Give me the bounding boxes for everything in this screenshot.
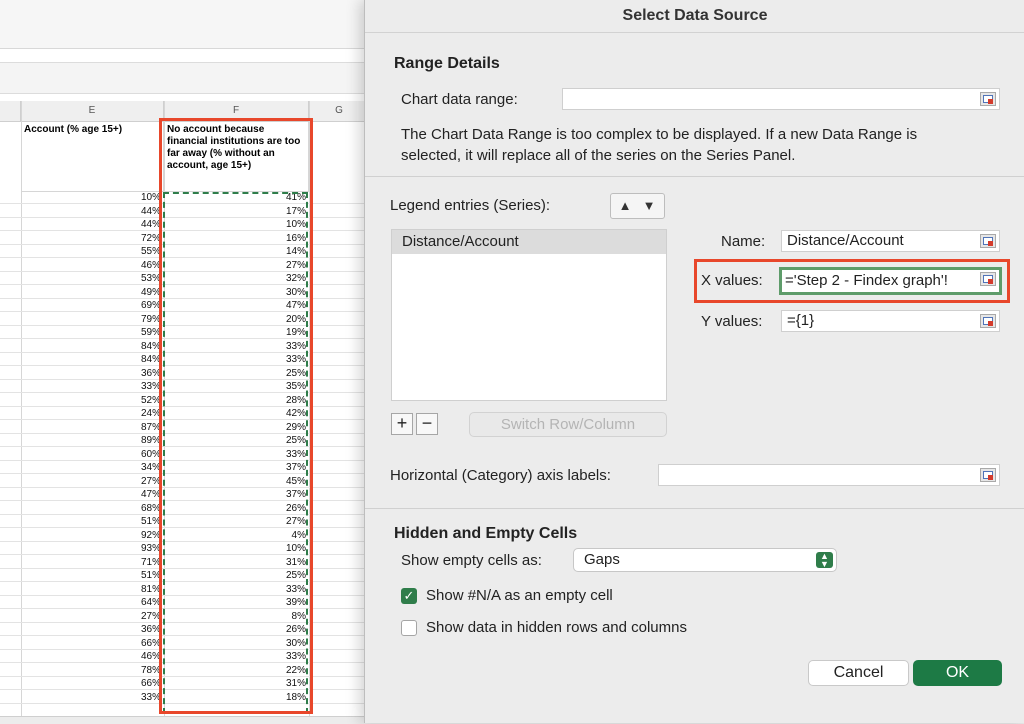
column-header-g[interactable]: G bbox=[309, 101, 370, 121]
x-values-label: X values: bbox=[701, 272, 763, 289]
account-cell[interactable]: 84% bbox=[21, 354, 164, 366]
account-cell[interactable]: 79% bbox=[21, 314, 164, 326]
series-name-label: Name: bbox=[721, 233, 766, 250]
account-cell[interactable]: 44% bbox=[21, 219, 164, 231]
na-checkbox[interactable]: ✓ bbox=[401, 588, 417, 604]
account-cell[interactable]: 84% bbox=[21, 341, 164, 353]
account-cell[interactable]: 68% bbox=[21, 503, 164, 515]
account-cell[interactable]: 66% bbox=[21, 638, 164, 650]
switch-row-column-button[interactable]: Switch Row/Column bbox=[469, 412, 667, 437]
series-name-value: Distance/Account bbox=[787, 232, 904, 249]
account-cell[interactable]: 24% bbox=[21, 408, 164, 420]
account-cell[interactable]: 52% bbox=[21, 395, 164, 407]
account-cell[interactable]: 69% bbox=[21, 300, 164, 312]
remove-series-button[interactable]: − bbox=[416, 413, 438, 435]
collapse-range-icon[interactable] bbox=[980, 272, 996, 286]
category-axis-field[interactable] bbox=[658, 464, 1000, 486]
updown-chevron-icon: ▲ ▼ bbox=[816, 552, 833, 569]
move-up-icon[interactable]: ▲ bbox=[614, 197, 636, 215]
na-checkbox-label: Show #N/A as an empty cell bbox=[426, 587, 613, 604]
formula-bar[interactable] bbox=[0, 62, 370, 94]
collapse-range-icon[interactable] bbox=[980, 314, 996, 328]
column-header-blank bbox=[0, 101, 21, 121]
show-empty-value: Gaps bbox=[584, 551, 620, 568]
account-cell[interactable]: 92% bbox=[21, 530, 164, 542]
section-divider bbox=[365, 176, 1024, 177]
column-f-highlight bbox=[159, 118, 313, 714]
x-values-field[interactable]: ='Step 2 - Findex graph'! bbox=[779, 267, 1002, 295]
account-cell[interactable]: 81% bbox=[21, 584, 164, 596]
account-cell[interactable]: 93% bbox=[21, 543, 164, 555]
account-cell[interactable]: 27% bbox=[21, 611, 164, 623]
account-cell[interactable]: 36% bbox=[21, 368, 164, 380]
account-cell[interactable]: 34% bbox=[21, 462, 164, 474]
account-cell[interactable]: 72% bbox=[21, 233, 164, 245]
select-data-source-dialog: Select Data Source Range Details Chart d… bbox=[364, 0, 1024, 723]
account-cell[interactable]: 27% bbox=[21, 476, 164, 488]
account-cell[interactable]: 55% bbox=[21, 246, 164, 258]
hidden-rows-checkbox-label: Show data in hidden rows and columns bbox=[426, 619, 687, 636]
hidden-empty-heading: Hidden and Empty Cells bbox=[394, 525, 578, 542]
account-cell[interactable]: 60% bbox=[21, 449, 164, 461]
account-cell[interactable]: 46% bbox=[21, 260, 164, 272]
account-cell[interactable]: 53% bbox=[21, 273, 164, 285]
account-cell[interactable]: 49% bbox=[21, 287, 164, 299]
account-cell[interactable]: 64% bbox=[21, 597, 164, 609]
account-cell[interactable]: 46% bbox=[21, 651, 164, 663]
column-e-header-cell[interactable]: Account (% age 15+) bbox=[21, 122, 164, 192]
account-cell[interactable]: 36% bbox=[21, 624, 164, 636]
account-cell[interactable]: 44% bbox=[21, 206, 164, 218]
section-divider bbox=[365, 508, 1024, 509]
collapse-range-icon[interactable] bbox=[980, 468, 996, 482]
legend-entries-label: Legend entries (Series): bbox=[390, 197, 551, 214]
x-values-value: ='Step 2 - Findex graph'! bbox=[785, 272, 948, 289]
column-header-e[interactable]: E bbox=[21, 101, 164, 121]
add-series-button[interactable]: + bbox=[391, 413, 413, 435]
collapse-range-icon[interactable] bbox=[980, 92, 996, 106]
ok-button[interactable]: OK bbox=[913, 660, 1002, 686]
series-name-field[interactable]: Distance/Account bbox=[781, 230, 1000, 252]
account-cell[interactable]: 10% bbox=[21, 192, 164, 204]
show-empty-label: Show empty cells as: bbox=[401, 552, 542, 569]
range-details-heading: Range Details bbox=[394, 55, 500, 72]
dialog-title: Select Data Source bbox=[365, 0, 1024, 33]
account-cell[interactable]: 87% bbox=[21, 422, 164, 434]
account-cell[interactable]: 33% bbox=[21, 381, 164, 393]
series-list[interactable]: Distance/Account bbox=[391, 229, 667, 401]
account-cell[interactable]: 51% bbox=[21, 516, 164, 528]
category-axis-label: Horizontal (Category) axis labels: bbox=[390, 467, 611, 484]
ribbon-strip bbox=[0, 0, 370, 49]
account-cell[interactable]: 89% bbox=[21, 435, 164, 447]
account-cell[interactable]: 51% bbox=[21, 570, 164, 582]
series-order-control: ▲ ▼ bbox=[610, 193, 665, 219]
account-cell[interactable]: 78% bbox=[21, 665, 164, 677]
show-empty-select[interactable]: Gaps ▲ ▼ bbox=[573, 548, 837, 572]
y-values-value: ={1} bbox=[787, 312, 815, 329]
hidden-rows-checkbox[interactable] bbox=[401, 620, 417, 636]
collapse-range-icon[interactable] bbox=[980, 234, 996, 248]
y-values-label: Y values: bbox=[701, 313, 763, 330]
series-item-distance-account[interactable]: Distance/Account bbox=[392, 230, 666, 254]
account-cell[interactable]: 47% bbox=[21, 489, 164, 501]
chart-data-range-label: Chart data range: bbox=[401, 91, 518, 108]
chart-data-range-field[interactable] bbox=[562, 88, 1000, 110]
cancel-button[interactable]: Cancel bbox=[808, 660, 909, 686]
account-cell[interactable]: 71% bbox=[21, 557, 164, 569]
move-down-icon[interactable]: ▼ bbox=[638, 197, 660, 215]
account-cell[interactable]: 33% bbox=[21, 692, 164, 704]
range-message: The Chart Data Range is too complex to b… bbox=[401, 126, 918, 164]
account-cell[interactable]: 59% bbox=[21, 327, 164, 339]
y-values-field[interactable]: ={1} bbox=[781, 310, 1000, 332]
account-cell[interactable]: 66% bbox=[21, 678, 164, 690]
